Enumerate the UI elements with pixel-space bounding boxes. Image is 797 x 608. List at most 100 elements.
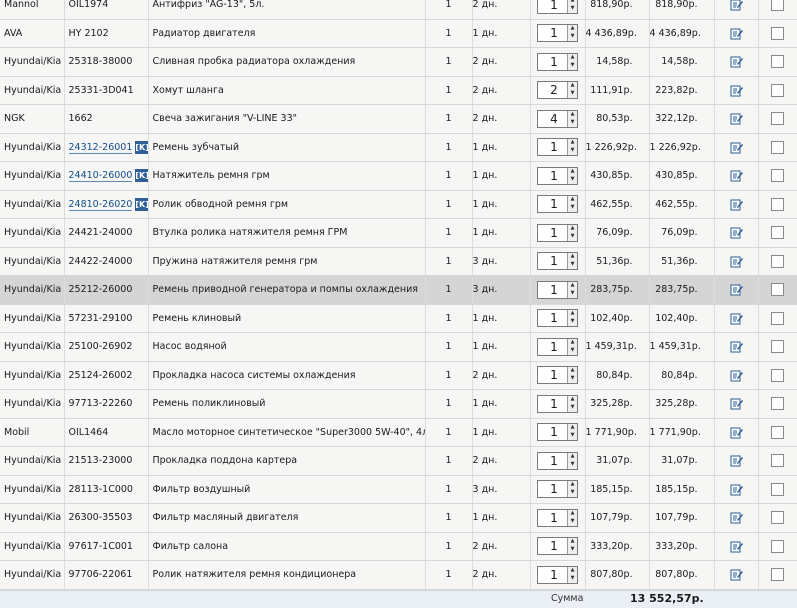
edit-note-icon[interactable] — [730, 141, 743, 154]
edit-note-icon[interactable] — [730, 568, 743, 581]
quantity-value[interactable]: 1 — [538, 196, 567, 212]
select-checkbox[interactable] — [771, 283, 784, 297]
quantity-value[interactable]: 1 — [538, 396, 567, 412]
stepper-down-icon[interactable]: ▼ — [568, 204, 577, 212]
edit-note-icon[interactable] — [730, 397, 743, 410]
quantity-value[interactable]: 1 — [538, 25, 567, 41]
select-checkbox[interactable] — [771, 112, 784, 126]
stepper-up-icon[interactable]: ▲ — [568, 282, 577, 290]
catalog-badge-icon[interactable]: [K] — [135, 140, 147, 154]
stepper-down-icon[interactable]: ▼ — [568, 404, 577, 412]
stepper-up-icon[interactable]: ▲ — [568, 54, 577, 62]
quantity-value[interactable]: 1 — [538, 139, 567, 155]
select-checkbox[interactable] — [771, 397, 784, 411]
edit-note-icon[interactable] — [730, 283, 743, 296]
quantity-value[interactable]: 1 — [538, 481, 567, 497]
select-checkbox[interactable] — [771, 454, 784, 468]
edit-note-icon[interactable] — [730, 27, 743, 40]
select-checkbox[interactable] — [771, 83, 784, 97]
quantity-stepper[interactable]: 1 ▲ ▼ — [537, 423, 578, 442]
stepper-down-icon[interactable]: ▼ — [568, 33, 577, 41]
quantity-stepper[interactable]: 4 ▲ ▼ — [537, 109, 578, 128]
edit-note-icon[interactable] — [730, 226, 743, 239]
quantity-stepper[interactable]: 1 ▲ ▼ — [537, 138, 578, 157]
select-checkbox[interactable] — [771, 482, 784, 496]
stepper-down-icon[interactable]: ▼ — [568, 518, 577, 526]
stepper-up-icon[interactable]: ▲ — [568, 510, 577, 518]
article-link[interactable]: 24410-26000 — [68, 170, 133, 183]
stepper-up-icon[interactable]: ▲ — [568, 310, 577, 318]
quantity-value[interactable]: 1 — [538, 0, 567, 13]
stepper-up-icon[interactable]: ▲ — [568, 481, 577, 489]
select-checkbox[interactable] — [771, 539, 784, 553]
stepper-down-icon[interactable]: ▼ — [568, 347, 577, 355]
select-checkbox[interactable] — [771, 254, 784, 268]
select-checkbox[interactable] — [771, 55, 784, 69]
quantity-value[interactable]: 1 — [538, 538, 567, 554]
stepper-up-icon[interactable]: ▲ — [568, 196, 577, 204]
select-checkbox[interactable] — [771, 425, 784, 439]
select-checkbox[interactable] — [771, 197, 784, 211]
quantity-stepper[interactable]: 1 ▲ ▼ — [537, 394, 578, 413]
stepper-down-icon[interactable]: ▼ — [568, 461, 577, 469]
stepper-up-icon[interactable]: ▲ — [568, 225, 577, 233]
quantity-value[interactable]: 1 — [538, 339, 567, 355]
quantity-value[interactable]: 1 — [538, 54, 567, 70]
select-checkbox[interactable] — [771, 140, 784, 154]
quantity-value[interactable]: 4 — [538, 111, 567, 127]
edit-note-icon[interactable] — [730, 169, 743, 182]
edit-note-icon[interactable] — [730, 540, 743, 553]
quantity-stepper[interactable]: 1 ▲ ▼ — [537, 280, 578, 299]
quantity-stepper[interactable]: 1 ▲ ▼ — [537, 24, 578, 43]
stepper-up-icon[interactable]: ▲ — [568, 367, 577, 375]
stepper-up-icon[interactable]: ▲ — [568, 139, 577, 147]
stepper-up-icon[interactable]: ▲ — [568, 339, 577, 347]
quantity-value[interactable]: 1 — [538, 168, 567, 184]
quantity-value[interactable]: 1 — [538, 367, 567, 383]
quantity-value[interactable]: 1 — [538, 253, 567, 269]
select-checkbox[interactable] — [771, 311, 784, 325]
quantity-value[interactable]: 1 — [538, 453, 567, 469]
quantity-stepper[interactable]: 1 ▲ ▼ — [537, 252, 578, 271]
stepper-down-icon[interactable]: ▼ — [568, 119, 577, 127]
stepper-up-icon[interactable]: ▲ — [568, 253, 577, 261]
edit-note-icon[interactable] — [730, 198, 743, 211]
select-checkbox[interactable] — [771, 226, 784, 240]
stepper-up-icon[interactable]: ▲ — [568, 168, 577, 176]
stepper-down-icon[interactable]: ▼ — [568, 233, 577, 241]
quantity-stepper[interactable]: 1 ▲ ▼ — [537, 480, 578, 499]
quantity-stepper[interactable]: 1 ▲ ▼ — [537, 195, 578, 214]
select-checkbox[interactable] — [771, 511, 784, 525]
quantity-value[interactable]: 1 — [538, 310, 567, 326]
edit-note-icon[interactable] — [730, 84, 743, 97]
stepper-up-icon[interactable]: ▲ — [568, 567, 577, 575]
article-link[interactable]: 24810-26020 — [68, 198, 133, 211]
select-checkbox[interactable] — [771, 0, 784, 12]
stepper-down-icon[interactable]: ▼ — [568, 432, 577, 440]
stepper-down-icon[interactable]: ▼ — [568, 62, 577, 70]
stepper-up-icon[interactable]: ▲ — [568, 82, 577, 90]
stepper-down-icon[interactable]: ▼ — [568, 90, 577, 98]
stepper-down-icon[interactable]: ▼ — [568, 176, 577, 184]
stepper-up-icon[interactable]: ▲ — [568, 453, 577, 461]
stepper-down-icon[interactable]: ▼ — [568, 5, 577, 13]
quantity-stepper[interactable]: 1 ▲ ▼ — [537, 565, 578, 584]
quantity-value[interactable]: 1 — [538, 567, 567, 583]
stepper-down-icon[interactable]: ▼ — [568, 261, 577, 269]
stepper-down-icon[interactable]: ▼ — [568, 575, 577, 583]
select-checkbox[interactable] — [771, 26, 784, 40]
quantity-stepper[interactable]: 1 ▲ ▼ — [537, 223, 578, 242]
select-checkbox[interactable] — [771, 169, 784, 183]
edit-note-icon[interactable] — [730, 0, 743, 11]
quantity-stepper[interactable]: 1 ▲ ▼ — [537, 52, 578, 71]
edit-note-icon[interactable] — [730, 369, 743, 382]
edit-note-icon[interactable] — [730, 483, 743, 496]
quantity-stepper[interactable]: 1 ▲ ▼ — [537, 451, 578, 470]
stepper-down-icon[interactable]: ▼ — [568, 375, 577, 383]
quantity-stepper[interactable]: 1 ▲ ▼ — [537, 0, 578, 14]
edit-note-icon[interactable] — [730, 340, 743, 353]
edit-note-icon[interactable] — [730, 55, 743, 68]
catalog-badge-icon[interactable]: [K] — [135, 169, 147, 183]
edit-note-icon[interactable] — [730, 112, 743, 125]
edit-note-icon[interactable] — [730, 426, 743, 439]
